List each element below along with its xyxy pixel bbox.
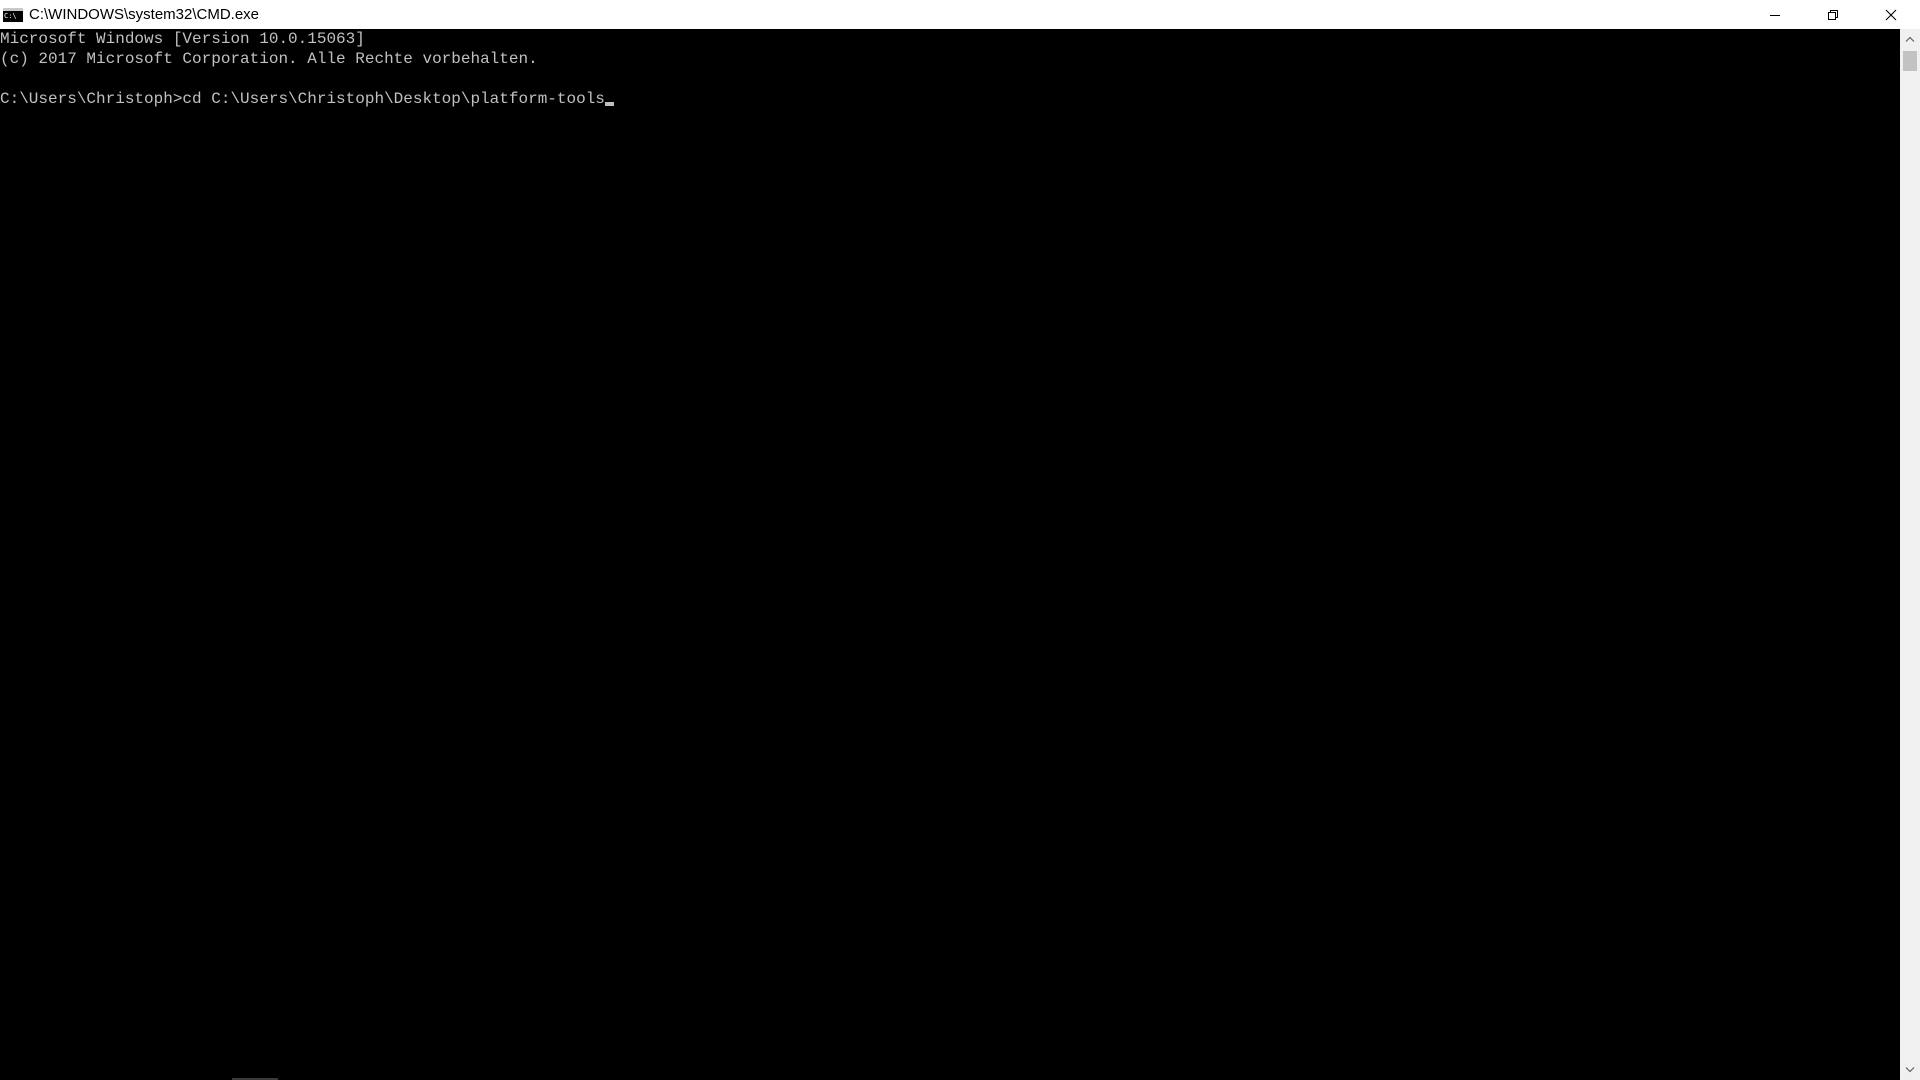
console-line-version: Microsoft Windows [Version 10.0.15063] [0,30,365,48]
window-title: C:\WINDOWS\system32\CMD.exe [29,6,260,23]
cmd-icon[interactable]: C:\ [3,7,23,22]
cmd-icon-text: C:\ [4,11,17,20]
cmd-window: C:\ C:\WINDOWS\system32\CMD.exe Microsof… [0,0,1920,1080]
caption-buttons [1746,0,1920,29]
scroll-up-button[interactable] [1900,29,1920,49]
text-cursor [604,102,614,106]
minimize-icon [1770,14,1780,16]
scroll-down-button[interactable] [1900,1060,1920,1080]
chevron-down-icon [1905,1067,1915,1073]
scroll-thumb[interactable] [1903,51,1917,71]
console-prompt-line[interactable]: C:\Users\Christoph>cd C:\Users\Christoph… [0,89,1900,109]
restore-button[interactable] [1804,0,1862,29]
close-button[interactable] [1862,0,1920,29]
console-command-text: C:\Users\Christoph>cd C:\Users\Christoph… [0,90,605,108]
minimize-button[interactable] [1746,0,1804,29]
title-bar[interactable]: C:\ C:\WINDOWS\system32\CMD.exe [0,0,1920,29]
restore-icon [1828,9,1838,20]
close-icon [1885,9,1897,20]
vertical-scrollbar[interactable] [1900,29,1920,1080]
chevron-up-icon [1905,36,1915,42]
console-line-copyright: (c) 2017 Microsoft Corporation. Alle Rec… [0,50,538,68]
console-output[interactable]: Microsoft Windows [Version 10.0.15063] (… [0,29,1900,1080]
